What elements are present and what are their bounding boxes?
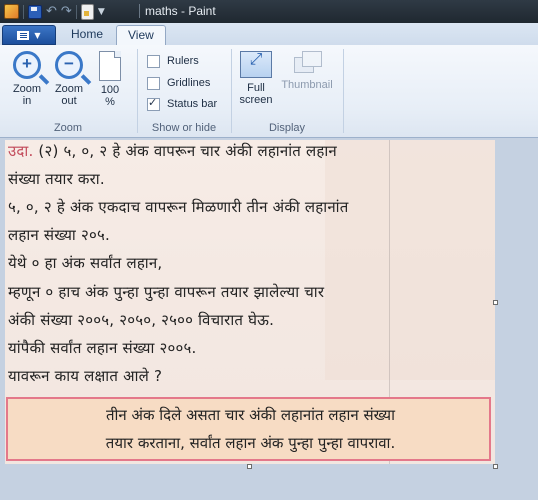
- rulers-checkbox-box[interactable]: [147, 54, 160, 68]
- zoom-group: + Zoom in − Zoom out 100 % Zoom: [0, 45, 136, 137]
- page-tint: [325, 140, 495, 380]
- group-separator: [343, 49, 344, 133]
- ribbon-view: + Zoom in − Zoom out 100 % Zoom Show or …: [0, 45, 538, 138]
- ribbon-tab-row: ▼ Home View: [0, 23, 538, 46]
- zoom-in-button[interactable]: + Zoom in: [6, 51, 48, 107]
- text-line-2: संख्या तयार करा.: [8, 170, 105, 188]
- zoom-in-icon: +: [13, 51, 41, 79]
- full-screen-button[interactable]: Full screen: [236, 51, 276, 106]
- example-prefix: उदा.: [8, 142, 34, 160]
- zoom-group-label: Zoom: [53, 122, 83, 134]
- canvas-area[interactable]: उदा. (२) ५, ०, २ हे अंक वापरून चार अंकी …: [0, 138, 538, 500]
- rulers-label: Rulers: [167, 55, 199, 67]
- status-bar-label: Status bar: [167, 98, 218, 110]
- resize-handle-right[interactable]: [493, 300, 498, 305]
- zoom-out-button[interactable]: − Zoom out: [48, 51, 90, 107]
- gridlines-checkbox[interactable]: Gridlines: [147, 75, 210, 91]
- text-line-6: म्हणून ० हाच अंक पुन्हा पुन्हा वापरून तय…: [8, 283, 325, 301]
- zoom-out-icon: −: [55, 51, 83, 79]
- text-line-3: ५, ०, २ हे अंक एकदाच वापरून मिळणारी तीन …: [8, 198, 349, 216]
- chevron-down-icon: ▼: [34, 30, 41, 40]
- full-screen-label: Full screen: [239, 82, 273, 106]
- quick-access-toolbar: ↶ ↷ ▼: [4, 3, 105, 20]
- zoom-in-label: Zoom in: [12, 83, 42, 107]
- tab-view[interactable]: View: [116, 25, 166, 46]
- redo-icon[interactable]: ↷: [61, 4, 72, 19]
- properties-icon[interactable]: [80, 3, 94, 20]
- page-icon: [99, 51, 121, 81]
- resize-handle-bottom[interactable]: [247, 464, 252, 469]
- thumbnail-icon: [292, 51, 322, 75]
- qat-separator: [23, 4, 24, 19]
- paint-menu-button[interactable]: ▼: [2, 25, 56, 45]
- show-hide-group-label: Show or hide: [151, 122, 217, 134]
- title-divider: [139, 4, 140, 18]
- customize-qat-dropdown-icon[interactable]: ▼: [98, 7, 105, 17]
- text-line-8: यांपैकी सर्वांत लहान संख्या २००५.: [8, 339, 197, 357]
- text-line-7: अंकी संख्या २००५, २०५०, २५०० विचारात घेऊ…: [8, 311, 275, 329]
- resize-handle-corner[interactable]: [493, 464, 498, 469]
- note-line-2: तयार करताना, सर्वांत लहान अंक पुन्हा पुन…: [105, 434, 396, 452]
- zoom-100-label: 100 %: [100, 84, 120, 108]
- thumbnail-label: Thumbnail: [281, 79, 333, 91]
- thumbnail-button[interactable]: Thumbnail: [278, 51, 336, 91]
- text-line-1-content: (२) ५, ०, २ हे अंक वापरून चार अंकी लहाना…: [38, 142, 337, 160]
- save-icon[interactable]: [28, 4, 42, 19]
- gridlines-checkbox-box[interactable]: [147, 76, 160, 90]
- paint-app-icon[interactable]: [4, 4, 19, 19]
- status-bar-checkbox[interactable]: Status bar: [147, 96, 217, 112]
- note-line-1: तीन अंक दिले असता चार अंकी लहानांत लहान …: [106, 406, 395, 424]
- rulers-checkbox[interactable]: Rulers: [147, 53, 199, 69]
- text-line-1: उदा. (२) ५, ०, २ हे अंक वापरून चार अंकी …: [8, 141, 337, 161]
- text-line-5: येथे ० हा अंक सर्वांत लहान,: [8, 254, 163, 272]
- zoom-100-button[interactable]: 100 %: [92, 51, 128, 108]
- full-screen-icon: [240, 51, 272, 78]
- gridlines-label: Gridlines: [167, 77, 211, 89]
- document-image[interactable]: उदा. (२) ५, ०, २ हे अंक वापरून चार अंकी …: [5, 140, 495, 464]
- text-line-4: लहान संख्या २०५.: [8, 226, 110, 244]
- display-group: Full screen Thumbnail Display: [232, 45, 342, 137]
- undo-icon[interactable]: ↶: [46, 4, 57, 19]
- title-bar: ↶ ↷ ▼ maths - Paint: [0, 0, 538, 23]
- zoom-out-label: Zoom out: [54, 83, 84, 107]
- tab-home[interactable]: Home: [60, 25, 114, 44]
- window-title: maths - Paint: [145, 4, 216, 18]
- menu-icon: [17, 30, 30, 40]
- display-group-label: Display: [268, 122, 306, 134]
- status-bar-checkbox-box[interactable]: [147, 96, 160, 111]
- qat-separator: [75, 4, 77, 19]
- text-line-9: यावरून काय लक्षात आले ?: [8, 367, 163, 385]
- highlight-note-box: तीन अंक दिले असता चार अंकी लहानांत लहान …: [6, 397, 491, 461]
